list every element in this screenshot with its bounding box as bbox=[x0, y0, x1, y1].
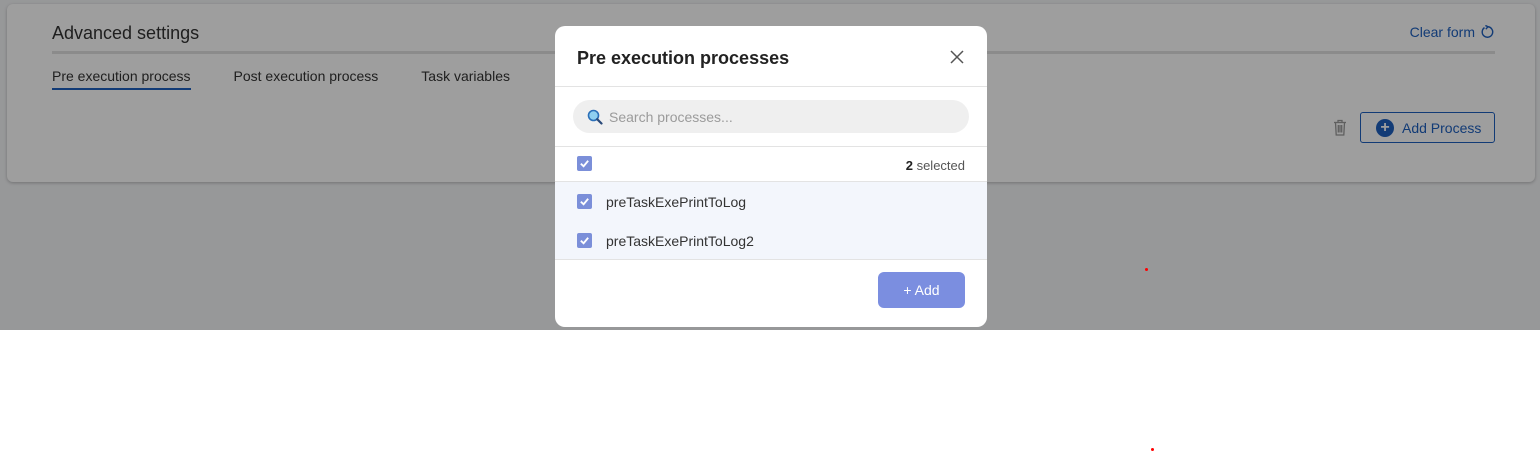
search-icon bbox=[587, 109, 603, 125]
item-checkbox[interactable] bbox=[577, 233, 592, 248]
selected-count-number: 2 bbox=[905, 158, 913, 173]
selection-header: 2 selected bbox=[555, 147, 987, 182]
select-all-checkbox[interactable] bbox=[577, 156, 592, 171]
add-button[interactable]: + Add bbox=[878, 272, 965, 308]
pre-execution-processes-dialog: Pre execution processes 2 selected preTa… bbox=[555, 26, 987, 327]
list-item-label: preTaskExePrintToLog2 bbox=[606, 233, 754, 249]
list-item[interactable]: preTaskExePrintToLog2 bbox=[555, 221, 987, 260]
list-item-label: preTaskExePrintToLog bbox=[606, 194, 747, 210]
selected-count-suffix: selected bbox=[916, 158, 965, 173]
search-box[interactable] bbox=[573, 100, 969, 133]
item-checkbox[interactable] bbox=[577, 194, 592, 209]
check-icon bbox=[580, 198, 589, 206]
modal-title: Pre execution processes bbox=[577, 48, 790, 68]
process-list: preTaskExePrintToLog preTaskExePrintToLo… bbox=[555, 182, 987, 260]
selected-count: 2 selected bbox=[906, 158, 965, 173]
close-icon[interactable] bbox=[949, 49, 965, 65]
check-icon bbox=[580, 237, 589, 245]
modal-header: Pre execution processes bbox=[555, 26, 987, 87]
modal-footer: + Add bbox=[555, 260, 987, 324]
red-dot-marker bbox=[1151, 448, 1154, 451]
list-item[interactable]: preTaskExePrintToLog bbox=[555, 182, 987, 221]
check-icon bbox=[580, 160, 589, 168]
search-input[interactable] bbox=[609, 108, 949, 125]
red-dot-marker bbox=[1145, 268, 1148, 271]
search-section bbox=[555, 87, 987, 147]
